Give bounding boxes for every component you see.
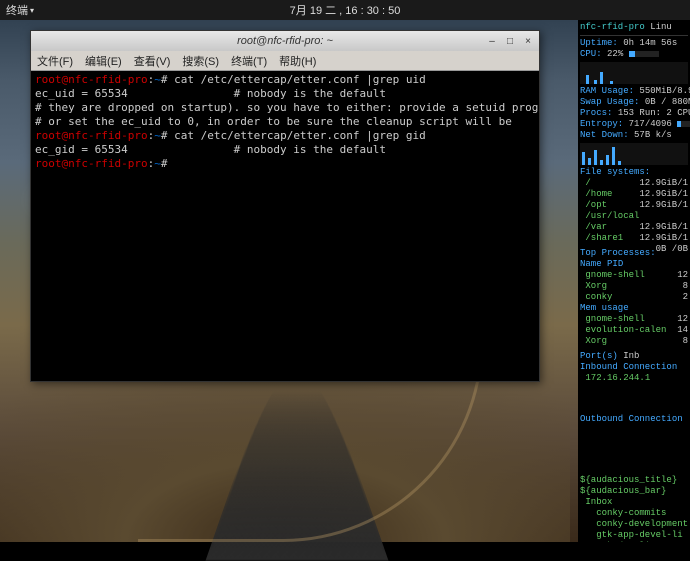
mem-name: gnome-shell <box>580 314 645 324</box>
prompt-user: root <box>35 129 62 142</box>
prompt-path: ~ <box>154 73 161 86</box>
audacious-title: ${audacious_title} <box>580 475 688 486</box>
procs-val: 153 Run: 2 CPU <box>618 108 690 118</box>
swap-label: Swap Usage: <box>580 97 639 107</box>
fs-mount: /usr/local <box>580 211 639 221</box>
inbox-item: conky-development <box>580 519 688 530</box>
cmd-1: cat /etc/ettercap/etter.conf |grep uid <box>167 73 425 86</box>
terminal-body[interactable]: root@nfc-rfid-pro:~# cat /etc/ettercap/e… <box>31 71 539 381</box>
prompt-path: ~ <box>154 129 161 142</box>
mem-name: Xorg <box>580 336 607 346</box>
fs-size: 12.9GiB/1 <box>639 189 688 200</box>
terminal-window: root@nfc-rfid-pro: ~ – □ × 文件(F) 编辑(E) 查… <box>30 30 540 382</box>
fs-size: 12.9GiB/1 <box>639 200 688 211</box>
maximize-button[interactable]: □ <box>503 34 517 48</box>
proc-val: 2 <box>683 292 688 303</box>
fs-header: File systems: <box>580 167 688 178</box>
fs-size: 12.9GiB/1 <box>639 222 688 233</box>
inbound-label: Inbound Connection <box>580 362 688 373</box>
output-line-2: # they are dropped on startup). so you h… <box>35 101 539 114</box>
top-name-col: Name <box>580 259 602 269</box>
menu-file[interactable]: 文件(F) <box>37 53 73 69</box>
output-line-1: ec_uid = 65534 # nobody is the default <box>35 87 386 100</box>
output-line-3: # or set the ec_uid to 0, in order to be… <box>35 115 512 128</box>
panel-datetime[interactable]: 7月 19 二 , 16 : 30 : 50 <box>290 2 401 18</box>
cpu-bar <box>629 51 659 57</box>
top-pid-col: PID <box>607 259 623 269</box>
menu-view[interactable]: 查看(V) <box>134 53 171 69</box>
proc-name: Xorg <box>580 281 607 291</box>
prompt-host: nfc-rfid-pro <box>68 157 147 170</box>
cursor <box>167 157 174 170</box>
proc-name: gnome-shell <box>580 270 645 280</box>
window-menubar: 文件(F) 编辑(E) 查看(V) 搜索(S) 终端(T) 帮助(H) <box>31 51 539 71</box>
divider <box>580 35 688 36</box>
outbound-label: Outbound Connection <box>580 414 688 425</box>
activities-label[interactable]: 终端 <box>6 2 28 18</box>
mem-val: 12 <box>677 314 688 325</box>
fs-mount: /opt <box>580 200 607 210</box>
menu-terminal[interactable]: 终端(T) <box>231 53 267 69</box>
entropy-label: Entropy: <box>580 119 623 129</box>
close-button[interactable]: × <box>521 34 535 48</box>
inbox-label: Inbox <box>585 497 612 507</box>
fs-size: 12.9GiB/1 <box>639 233 688 244</box>
output-line-4: ec_gid = 65534 # nobody is the default <box>35 143 386 156</box>
prompt-host: nfc-rfid-pro <box>68 73 147 86</box>
ports-label: Port(s) <box>580 351 618 361</box>
fs-mount: /share1 <box>580 233 623 243</box>
conky-panel: nfc-rfid-pro Linu Uptime: 0h 14m 56s CPU… <box>578 20 690 542</box>
conky-host: nfc-rfid-pro <box>580 22 645 32</box>
inbound-ip: 172.16.244.1 <box>585 373 650 383</box>
fs-mount: /var <box>580 222 607 232</box>
inbox-item: conky-commits <box>580 508 688 519</box>
mem-header: Mem usage <box>580 303 688 314</box>
inbox-item: gtk-app-devel-li <box>580 530 688 541</box>
netdown-label: Net Down: <box>580 130 629 140</box>
cpu-val: 22% <box>607 49 623 59</box>
prompt-host: nfc-rfid-pro <box>68 129 147 142</box>
top-panel: 终端 ▾ 7月 19 二 , 16 : 30 : 50 <box>0 0 690 20</box>
uptime-val: 0h 14m 56s <box>623 38 677 48</box>
menu-search[interactable]: 搜索(S) <box>182 53 219 69</box>
window-titlebar[interactable]: root@nfc-rfid-pro: ~ – □ × <box>31 31 539 51</box>
cpu-label: CPU: <box>580 49 602 59</box>
fs-size: 12.9GiB/1 <box>639 178 688 189</box>
entropy-bar <box>677 121 690 127</box>
audacious-bar: ${audacious_bar} <box>580 486 688 497</box>
fs-size: 0B /0B <box>656 244 688 255</box>
conky-os: Linu <box>650 22 672 32</box>
netdown-val: 57B k/s <box>634 130 672 140</box>
proc-val: 8 <box>683 281 688 292</box>
cmd-2: cat /etc/ettercap/etter.conf |grep gid <box>167 129 425 142</box>
mem-val: 8 <box>683 336 688 347</box>
window-title: root@nfc-rfid-pro: ~ <box>237 35 333 47</box>
minimize-button[interactable]: – <box>485 34 499 48</box>
panel-dropdown-icon[interactable]: ▾ <box>30 6 34 15</box>
ram-val: 550MiB/8.9 <box>639 86 690 96</box>
uptime-label: Uptime: <box>580 38 618 48</box>
proc-name: conky <box>580 292 612 302</box>
fs-mount: /home <box>580 189 612 199</box>
ports-val: Inb <box>623 351 639 361</box>
prompt-user: root <box>35 157 62 170</box>
ram-label: RAM Usage: <box>580 86 634 96</box>
fs-mount: / <box>580 178 591 188</box>
menu-help[interactable]: 帮助(H) <box>279 53 316 69</box>
mem-val: 14 <box>677 325 688 336</box>
entropy-val: 717/4096 <box>629 119 672 129</box>
proc-val: 12 <box>677 270 688 281</box>
menu-edit[interactable]: 编辑(E) <box>85 53 122 69</box>
prompt-user: root <box>35 73 62 86</box>
net-graph <box>580 143 688 165</box>
prompt-path: ~ <box>154 157 161 170</box>
cpu-graph <box>580 62 688 84</box>
procs-label: Procs: <box>580 108 612 118</box>
swap-val: 0B / 880M <box>645 97 690 107</box>
mem-name: evolution-calen <box>580 325 666 335</box>
